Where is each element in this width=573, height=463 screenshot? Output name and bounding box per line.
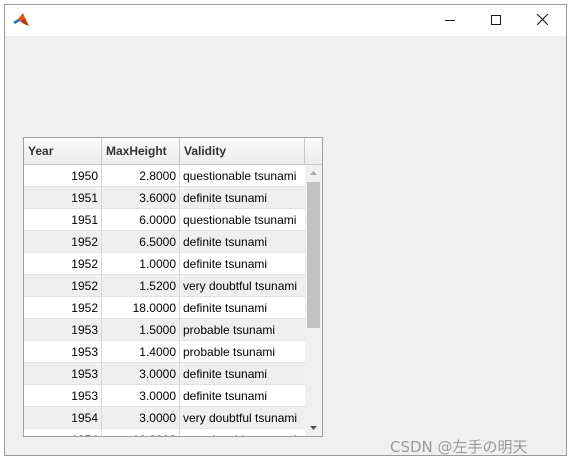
vertical-scrollbar[interactable] (305, 165, 322, 436)
watermark-text: CSDN @左手の明天 (390, 438, 528, 456)
cell-validity[interactable]: definite tsunami (180, 363, 305, 385)
cell-year[interactable]: 1953 (24, 341, 102, 363)
minimize-button[interactable] (427, 5, 473, 36)
cell-validity[interactable]: definite tsunami (180, 231, 305, 253)
table-row[interactable]: 1953 3.0000 definite tsunami (24, 363, 305, 385)
cell-maxheight[interactable]: 1.0000 (102, 253, 180, 275)
table-row[interactable]: 1951 3.6000 definite tsunami (24, 187, 305, 209)
cell-validity[interactable]: definite tsunami (180, 253, 305, 275)
cell-year[interactable]: 1953 (24, 319, 102, 341)
maximize-button[interactable] (473, 5, 519, 36)
cell-maxheight[interactable]: 1.5200 (102, 275, 180, 297)
table-row[interactable]: 195410.0000questionable tsunami (24, 429, 305, 436)
table-row[interactable]: 1954 3.0000 very doubtful tsunami (24, 407, 305, 429)
cell-maxheight[interactable]: 2.8000 (102, 165, 180, 187)
cell-validity[interactable]: probable tsunami (180, 341, 305, 363)
cell-validity[interactable]: questionable tsunami (180, 165, 305, 187)
scroll-down-arrow-icon[interactable] (305, 420, 322, 436)
table-row[interactable]: 1951 6.0000 questionable tsunami (24, 209, 305, 231)
title-bar[interactable] (5, 5, 566, 36)
figure-window: Year MaxHeight Validity 1950 2.8000 questi… (4, 4, 567, 456)
cell-year[interactable]: 1954 (24, 429, 102, 436)
cell-year[interactable]: 1952 (24, 275, 102, 297)
table-row[interactable]: 1952 1.0000 definite tsunami (24, 253, 305, 275)
cell-year[interactable]: 1952 (24, 231, 102, 253)
table-row[interactable]: 1953 3.0000 definite tsunami (24, 385, 305, 407)
table-body: 1950 2.8000 questionable tsunami 1951 3.6000… (24, 165, 305, 436)
cell-year[interactable]: 1954 (24, 407, 102, 429)
cell-maxheight[interactable]: 3.6000 (102, 187, 180, 209)
data-table[interactable]: Year MaxHeight Validity 1950 2.8000 questi… (23, 137, 323, 437)
cell-maxheight[interactable]: 10.0000 (102, 429, 180, 436)
column-header-validity[interactable]: Validity (180, 138, 305, 164)
table-row[interactable]: 1952 18.0000 definite tsunami (24, 297, 305, 319)
cell-validity[interactable]: very doubtful tsunami (180, 407, 305, 429)
cell-year[interactable]: 1953 (24, 385, 102, 407)
cell-maxheight[interactable]: 3.0000 (102, 385, 180, 407)
scrollbar-thumb[interactable] (307, 182, 320, 328)
cell-maxheight[interactable]: 1.5000 (102, 319, 180, 341)
cell-maxheight[interactable]: 1.4000 (102, 341, 180, 363)
cell-year[interactable]: 1952 (24, 297, 102, 319)
cell-validity[interactable]: definite tsunami (180, 187, 305, 209)
column-header-year[interactable]: Year (24, 138, 102, 164)
close-icon (536, 12, 548, 30)
cell-validity[interactable]: questionable tsunami (180, 209, 305, 231)
cell-maxheight[interactable]: 6.5000 (102, 231, 180, 253)
cell-validity[interactable]: definite tsunami (180, 297, 305, 319)
table-row[interactable]: 1952 1.5200 very doubtful tsunami (24, 275, 305, 297)
column-header-maxheight[interactable]: MaxHeight (102, 138, 180, 164)
cell-validity[interactable]: very doubtful tsunami (180, 275, 305, 297)
table-row[interactable]: 1950 2.8000 questionable tsunami (24, 165, 305, 187)
table-row[interactable]: 1952 6.5000 definite tsunami (24, 231, 305, 253)
table-row[interactable]: 1953 1.5000 probable tsunami (24, 319, 305, 341)
close-button[interactable] (519, 5, 565, 36)
figure-canvas: Year MaxHeight Validity 1950 2.8000 questi… (5, 36, 566, 455)
column-header-corner (305, 138, 322, 164)
cell-validity[interactable]: definite tsunami (180, 385, 305, 407)
table-header: Year MaxHeight Validity (24, 138, 322, 165)
cell-year[interactable]: 1952 (24, 253, 102, 275)
cell-year[interactable]: 1951 (24, 187, 102, 209)
scroll-up-arrow-icon[interactable] (305, 165, 322, 181)
matlab-logo-icon (12, 12, 30, 28)
cell-maxheight[interactable]: 6.0000 (102, 209, 180, 231)
cell-year[interactable]: 1951 (24, 209, 102, 231)
minimize-icon (445, 12, 455, 30)
table-row[interactable]: 1953 1.4000 probable tsunami (24, 341, 305, 363)
maximize-icon (491, 12, 501, 30)
cell-validity[interactable]: questionable tsunami (180, 429, 305, 436)
cell-validity[interactable]: probable tsunami (180, 319, 305, 341)
cell-maxheight[interactable]: 3.0000 (102, 363, 180, 385)
cell-year[interactable]: 1950 (24, 165, 102, 187)
cell-maxheight[interactable]: 18.0000 (102, 297, 180, 319)
cell-maxheight[interactable]: 3.0000 (102, 407, 180, 429)
cell-year[interactable]: 1953 (24, 363, 102, 385)
